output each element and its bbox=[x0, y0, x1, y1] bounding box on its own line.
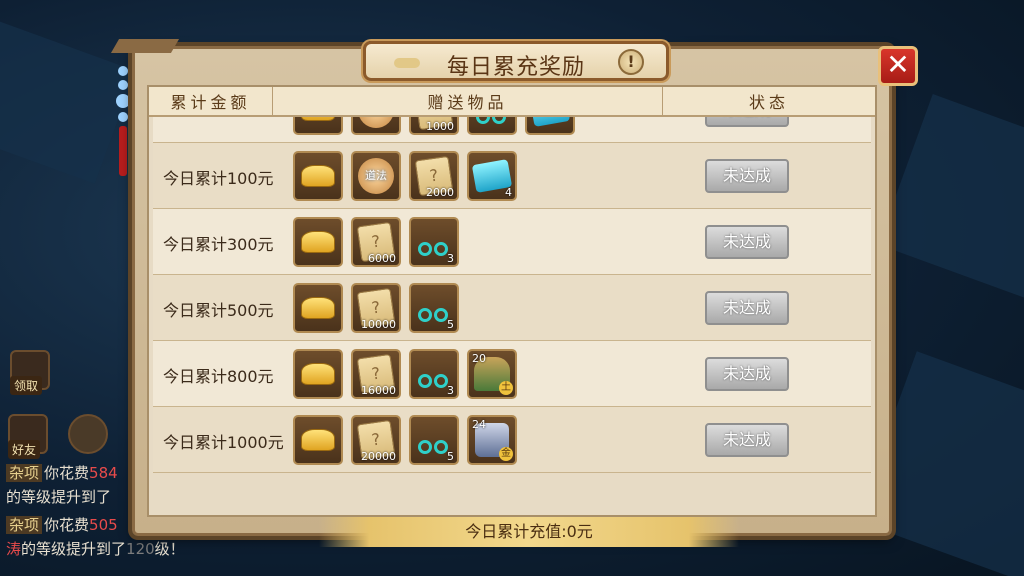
gold-ingot-icon[interactable] bbox=[293, 349, 343, 399]
info-icon[interactable]: ! bbox=[618, 49, 644, 75]
status-button[interactable]: 未达成 bbox=[705, 423, 789, 457]
chat-bubble-icon[interactable] bbox=[68, 414, 108, 454]
table-row: 今日累计500元 ? 10000 5 未达成 bbox=[153, 275, 871, 341]
skill-scroll-icon[interactable]: ?1000 bbox=[409, 117, 459, 135]
row-amount: 今日累计100元 bbox=[163, 169, 274, 188]
close-icon[interactable]: ✕ bbox=[878, 46, 918, 86]
column-header-rewards: 赠送物品 bbox=[273, 87, 663, 115]
skill-scroll-icon[interactable]: ? 10000 bbox=[351, 283, 401, 333]
daofa-gourd-icon[interactable]: 道法 bbox=[351, 151, 401, 201]
daily-recharge-dialog: 每日累充奖励 ! 累计金额 赠送物品 状态 道法 ?1000 未达成 今日累计1… bbox=[110, 39, 892, 547]
status-button[interactable]: 未达成 bbox=[705, 357, 789, 391]
pendant-ornament bbox=[116, 66, 130, 186]
skill-scroll-icon[interactable]: ? 6000 bbox=[351, 217, 401, 267]
gold-ingot-icon[interactable] bbox=[293, 283, 343, 333]
gem-pack-icon[interactable]: 4 bbox=[467, 151, 517, 201]
row-amount: 今日累计500元 bbox=[163, 301, 274, 320]
total-recharge-banner: 今日累计充值:0元 bbox=[319, 517, 739, 547]
gold-ingot-icon[interactable] bbox=[293, 151, 343, 201]
table-row: 今日累计300元 ? 6000 3 未达成 bbox=[153, 209, 871, 275]
status-button[interactable]: 未达成 bbox=[705, 117, 789, 127]
row-amount: 今日累计300元 bbox=[163, 235, 274, 254]
column-header-status: 状态 bbox=[748, 93, 789, 112]
skill-scroll-icon[interactable]: ? 2000 bbox=[409, 151, 459, 201]
chat-line: 涛的等级提升到了120级！ bbox=[6, 540, 185, 558]
gem-pack-icon[interactable] bbox=[525, 117, 575, 135]
title-plate: 每日累充奖励 ! bbox=[363, 41, 669, 81]
bracelet-icon[interactable]: 3 bbox=[409, 217, 459, 267]
friends-label: 好友 bbox=[8, 440, 41, 459]
chat-line: 杂项 你花费584 bbox=[6, 462, 118, 483]
mount-icon[interactable]: 20 土 bbox=[467, 349, 517, 399]
table-row: 今日累计1000元 ? 20000 5 24 金 未达成 bbox=[153, 407, 871, 473]
reward-rows[interactable]: 道法 ?1000 未达成 今日累计100元 道法 ?2000 4 未达成 今日累… bbox=[153, 117, 871, 475]
bracelet-icon[interactable]: 5 bbox=[409, 415, 459, 465]
bracelet-icon[interactable]: 3 bbox=[409, 349, 459, 399]
chat-line: 杂项 你花费505 bbox=[6, 514, 118, 535]
skill-scroll-icon[interactable]: ? 16000 bbox=[351, 349, 401, 399]
table-row: 今日累计800元 ? 16000 3 20 土 未达成 bbox=[153, 341, 871, 407]
status-button[interactable]: 未达成 bbox=[705, 291, 789, 325]
bracelet-icon[interactable] bbox=[467, 117, 517, 135]
spirit-stone-icon[interactable]: 24 金 bbox=[467, 415, 517, 465]
background-rock bbox=[878, 94, 1024, 306]
reward-table: 累计金额 赠送物品 状态 道法 ?1000 未达成 今日累计100元 道法 ?2… bbox=[147, 85, 877, 547]
dialog-corner-ornament bbox=[110, 39, 180, 53]
row-amount: 今日累计800元 bbox=[163, 367, 274, 386]
claim-label: 领取 bbox=[10, 376, 43, 395]
table-row: 道法 ?1000 未达成 bbox=[153, 117, 871, 143]
gold-ingot-icon[interactable] bbox=[293, 117, 343, 135]
daofa-gourd-icon[interactable]: 道法 bbox=[351, 117, 401, 135]
skill-scroll-icon[interactable]: ? 20000 bbox=[351, 415, 401, 465]
status-button[interactable]: 未达成 bbox=[705, 225, 789, 259]
row-amount: 今日累计1000元 bbox=[163, 433, 284, 452]
column-header-amount: 累计金额 bbox=[149, 87, 273, 115]
status-button[interactable]: 未达成 bbox=[705, 159, 789, 193]
chat-line: 的等级提升到了 bbox=[6, 488, 112, 506]
bracelet-icon[interactable]: 5 bbox=[409, 283, 459, 333]
table-row: 今日累计100元 道法 ? 2000 4 未达成 bbox=[153, 143, 871, 209]
gold-ingot-icon[interactable] bbox=[293, 415, 343, 465]
table-header: 累计金额 赠送物品 状态 bbox=[149, 87, 875, 117]
gold-ingot-icon[interactable] bbox=[293, 217, 343, 267]
